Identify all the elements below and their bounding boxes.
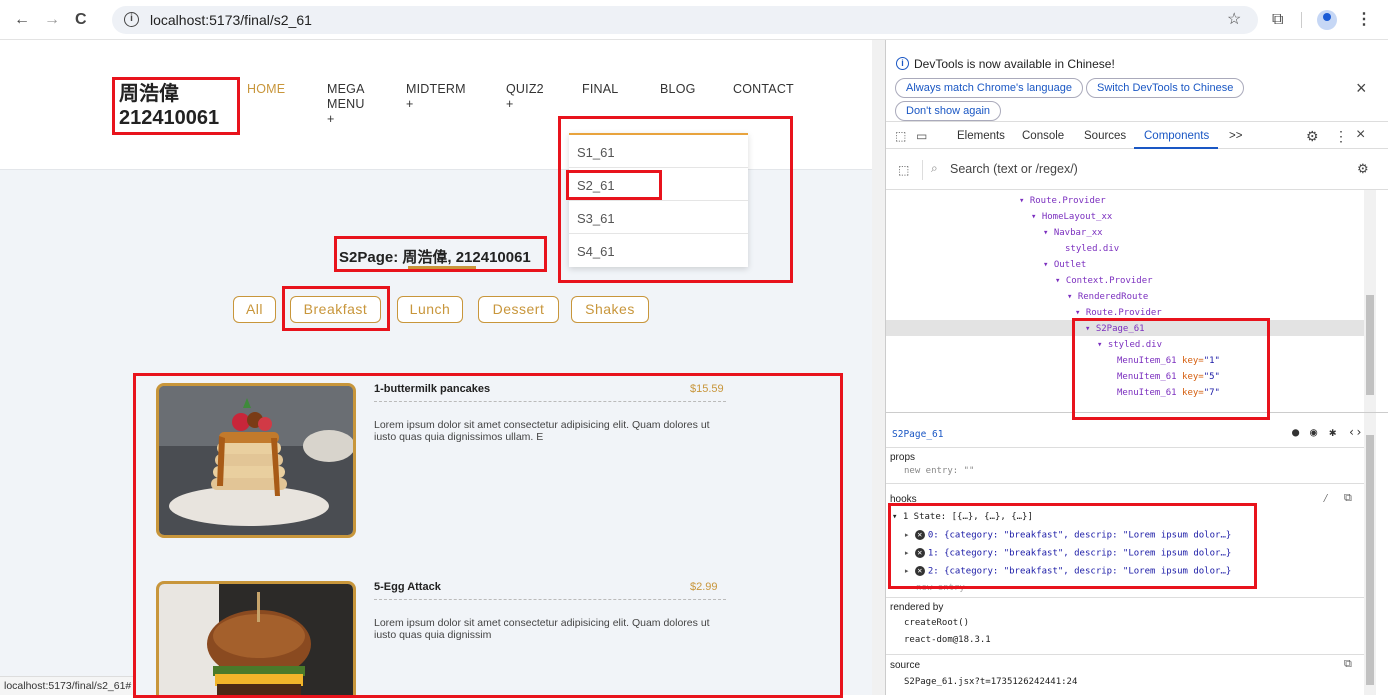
match-language-button[interactable]: Always match Chrome's language (895, 78, 1083, 98)
annotation-box (1072, 318, 1270, 420)
eye-icon[interactable]: ◉ (1310, 425, 1317, 439)
nav-label: MIDTERM (406, 82, 466, 96)
settings-gear-icon[interactable]: ⚙ (1357, 161, 1369, 177)
page-scrollbar[interactable] (872, 40, 885, 695)
student-id: 212410061 (119, 107, 220, 129)
inspector-scroll-thumb[interactable] (1366, 435, 1374, 685)
browser-toolbar: ← → C i localhost:5173/final/s2_61 ☆ ⧉ ⋮ (0, 0, 1388, 40)
back-icon[interactable]: ← (14, 12, 30, 28)
filter-all[interactable]: All (233, 296, 276, 323)
divider (886, 483, 1364, 484)
select-component-icon[interactable]: ⬚ (898, 163, 909, 177)
close-devtools-icon[interactable]: × (1356, 126, 1365, 144)
search-input[interactable]: Search (text or /regex/) (950, 162, 1078, 176)
tab-console[interactable]: Console (1022, 130, 1064, 142)
tree-node[interactable]: ▾ Route.Provider (1019, 196, 1106, 206)
banner-text: DevTools is now available in Chinese! (914, 57, 1115, 71)
student-info: 周浩偉 212410061 (112, 77, 240, 135)
divider (886, 597, 1364, 598)
annotation-box (888, 503, 1257, 589)
more-options-icon[interactable]: ⋮ (1334, 128, 1348, 145)
filter-shakes[interactable]: Shakes (571, 296, 649, 323)
forward-icon[interactable]: → (44, 12, 60, 28)
nav-label: FINAL (582, 82, 619, 96)
status-bar-url: localhost:5173/final/s2_61# (0, 676, 137, 695)
renderer-react-dom[interactable]: react-dom@18.3.1 (904, 635, 991, 645)
close-icon[interactable]: × (1356, 78, 1367, 99)
annotation-box (566, 170, 662, 200)
nav-label: HOME (247, 82, 286, 96)
browser-menu-icon[interactable]: ⋮ (1356, 11, 1372, 29)
tree-node[interactable]: ▾ RenderedRoute (1067, 292, 1148, 302)
tab-elements[interactable]: Elements (957, 130, 1005, 142)
search-divider (922, 160, 923, 180)
source-heading: source (890, 660, 921, 671)
tree-scroll-thumb[interactable] (1366, 295, 1374, 395)
annotation-box (282, 286, 390, 331)
props-heading: props (890, 452, 916, 463)
selected-component-name: S2Page_61 (892, 429, 944, 440)
profile-avatar[interactable] (1317, 10, 1337, 30)
filter-lunch[interactable]: Lunch (397, 296, 463, 323)
toolbar-divider (1301, 12, 1302, 28)
settings-gear-icon[interactable]: ⚙ (1306, 128, 1319, 145)
component-search: ⬚ ⌕ Search (text or /regex/) ⚙ (886, 150, 1388, 190)
tree-node[interactable]: ▾ Route.Provider (1075, 308, 1162, 318)
more-tabs-icon[interactable]: >> (1229, 130, 1242, 142)
tree-node[interactable]: styled.div (1065, 244, 1119, 254)
plus-icon: + (327, 112, 335, 126)
nav-contact[interactable]: CONTACT (733, 82, 794, 97)
tab-components[interactable]: Components (1144, 130, 1209, 142)
nav-label: MEGA (327, 82, 365, 96)
url-text[interactable]: localhost:5173/final/s2_61 (150, 12, 312, 28)
copy-icon[interactable]: ⧉ (1344, 657, 1352, 671)
language-banner: i DevTools is now available in Chinese! … (886, 40, 1388, 122)
props-new-entry[interactable]: new entry: "" (904, 466, 974, 476)
divider (886, 654, 1364, 655)
annotation-box (334, 236, 547, 272)
inspect-icon[interactable]: ⬚ (895, 129, 906, 143)
site-info-icon[interactable]: i (124, 12, 139, 27)
search-icon: ⌕ (931, 161, 938, 175)
nav-quiz2[interactable]: QUIZ2 + (506, 82, 544, 112)
student-name: 周浩偉 (119, 83, 179, 105)
extensions-icon[interactable]: ⧉ (1272, 11, 1283, 29)
dont-show-button[interactable]: Don't show again (895, 101, 1002, 121)
tab-sources[interactable]: Sources (1084, 130, 1126, 142)
source-file[interactable]: S2Page_61.jsx?t=1735126242441:24 (904, 677, 1077, 687)
tree-node[interactable]: ▾ HomeLayout_xx (1031, 212, 1112, 222)
active-tab-indicator (1134, 147, 1218, 149)
device-toggle-icon[interactable]: ▭ (916, 129, 927, 143)
bookmark-star-icon[interactable]: ☆ (1227, 11, 1241, 29)
bug-icon[interactable]: ✱ (1329, 425, 1336, 439)
copy-icon[interactable]: ⧉ (1344, 491, 1352, 505)
view-source-icon[interactable]: ‹› (1348, 425, 1362, 439)
nav-label: QUIZ2 (506, 82, 544, 96)
reload-icon[interactable]: C (75, 12, 87, 28)
renderer-create-root[interactable]: createRoot() (904, 618, 969, 628)
nav-label: BLOG (660, 82, 696, 96)
address-bar[interactable]: i localhost:5173/final/s2_61 (112, 6, 1258, 34)
nav-home[interactable]: HOME (247, 82, 285, 97)
nav-midterm[interactable]: MIDTERM + (406, 82, 466, 112)
tree-node[interactable]: ▾ Navbar_xx (1043, 228, 1103, 238)
plus-icon: + (406, 97, 414, 111)
divider (886, 447, 1364, 448)
plus-icon: + (506, 97, 514, 111)
nav-label-sub: MENU (327, 97, 365, 111)
devtools-tabs: ⬚ ▭ Elements Console Sources Components … (886, 123, 1388, 149)
nav-blog[interactable]: BLOG (660, 82, 696, 97)
nav-label: CONTACT (733, 82, 794, 96)
tree-node[interactable]: ▾ Context.Provider (1055, 276, 1153, 286)
warning-icon[interactable]: ● (1292, 425, 1299, 439)
switch-chinese-button[interactable]: Switch DevTools to Chinese (1086, 78, 1245, 98)
annotation-box (133, 373, 843, 698)
nav-mega-menu[interactable]: MEGA MENU + (327, 82, 365, 127)
info-icon: i (896, 57, 909, 70)
rendered-by-heading: rendered by (890, 602, 944, 613)
filter-dessert[interactable]: Dessert (478, 296, 559, 323)
nav-final[interactable]: FINAL (582, 82, 618, 97)
wand-icon[interactable]: ⁄ (1322, 491, 1329, 506)
tree-node[interactable]: ▾ Outlet (1043, 260, 1086, 270)
